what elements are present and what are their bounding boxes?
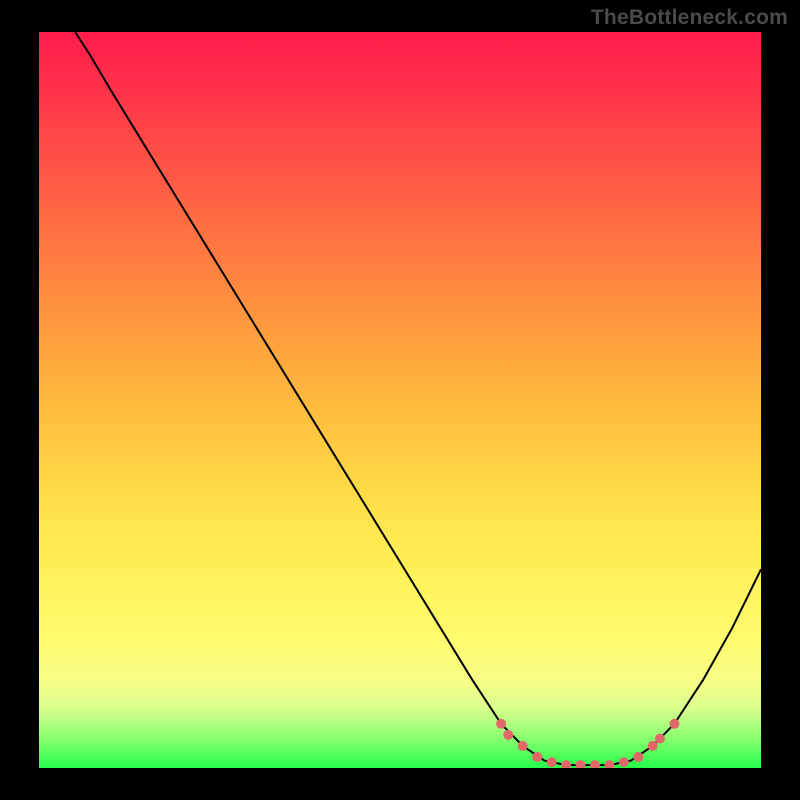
chart-svg (39, 32, 761, 768)
data-point (655, 734, 665, 744)
data-point (648, 741, 658, 751)
data-point (604, 760, 614, 768)
watermark-text: TheBottleneck.com (591, 6, 788, 30)
chart-plot-area (39, 32, 761, 768)
data-point (561, 760, 571, 768)
bottleneck-curve (75, 32, 761, 765)
data-point (496, 719, 506, 729)
data-point (590, 760, 600, 768)
data-point (576, 760, 586, 768)
curve-data-points (496, 719, 679, 768)
data-point (532, 752, 542, 762)
data-point (619, 757, 629, 767)
data-point (669, 719, 679, 729)
data-point (503, 730, 513, 740)
data-point (547, 757, 557, 767)
data-point (633, 752, 643, 762)
data-point (518, 741, 528, 751)
